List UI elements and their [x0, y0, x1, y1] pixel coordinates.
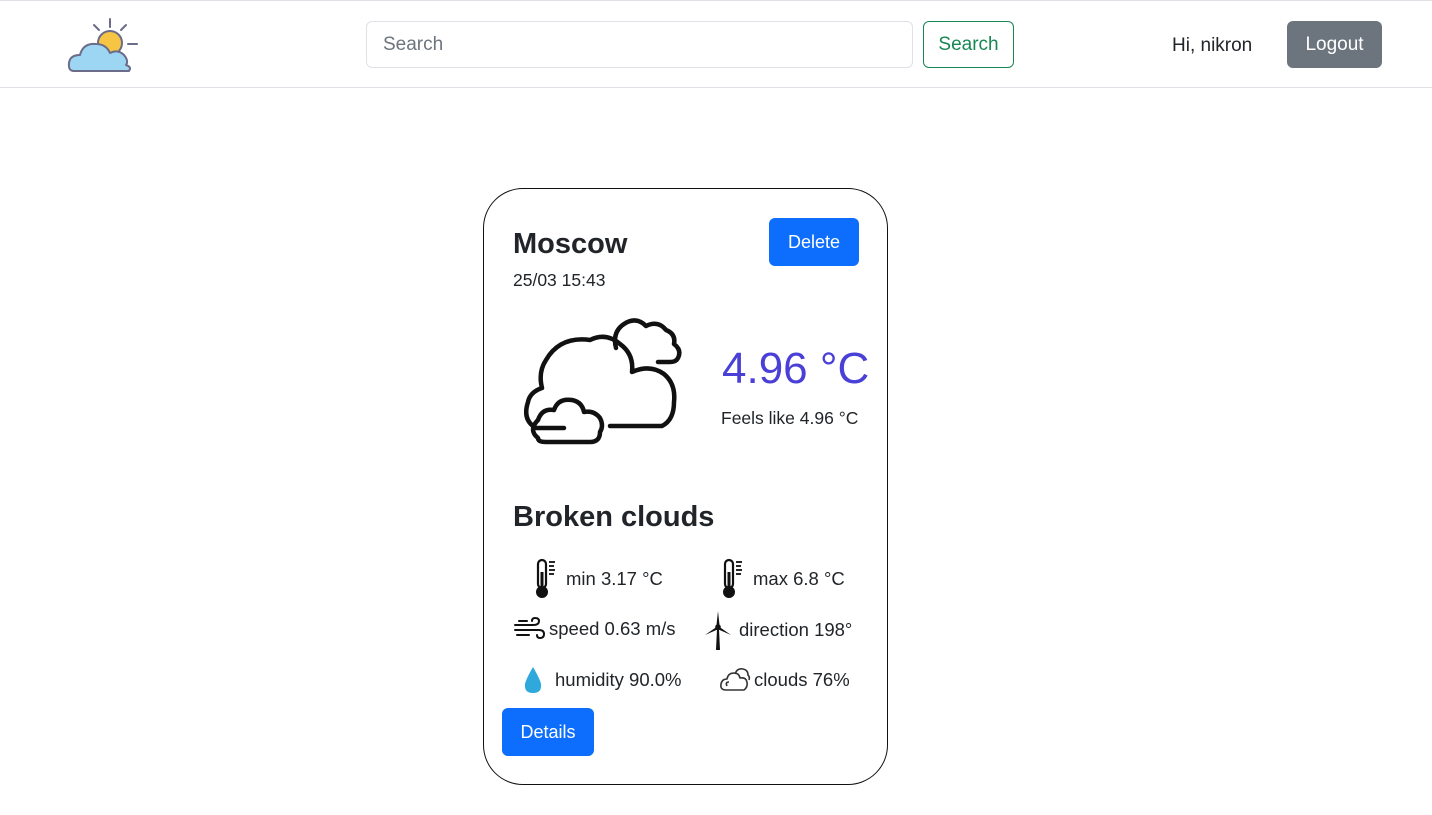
feels-like-text: Feels like 4.96 °C — [721, 408, 859, 428]
stat-humidity-text: humidity 90.0% — [555, 669, 682, 690]
search-button[interactable]: Search — [923, 21, 1014, 68]
thermometer-icon — [723, 558, 742, 598]
details-button[interactable]: Details — [502, 708, 594, 756]
navbar: Search Hi, nikron Logout — [0, 0, 1432, 88]
stat-max-temp: max 6.8 °C — [719, 558, 845, 600]
partly-cloudy-sun-icon[interactable] — [66, 17, 140, 75]
water-drop-icon — [524, 667, 542, 693]
weather-card: Moscow 25/03 15:43 Delete 4.96 °C Feels … — [483, 188, 888, 785]
stat-wind-speed: speed 0.63 m/s — [513, 617, 676, 641]
user-greeting: Hi, nikron — [1172, 35, 1253, 56]
forecast-date: 25/03 15:43 — [513, 270, 606, 290]
stat-max-text: max 6.8 °C — [753, 568, 845, 589]
stat-wind-direction-text: direction 198° — [739, 619, 853, 640]
delete-button[interactable]: Delete — [769, 218, 859, 266]
stat-wind-speed-text: speed 0.63 m/s — [549, 618, 676, 639]
stat-wind-direction: direction 198° — [703, 609, 852, 651]
stat-clouds: clouds 76% — [719, 667, 850, 693]
stat-min-temp: min 3.17 °C — [532, 558, 663, 600]
cloud-outline-icon — [720, 668, 751, 691]
logout-button[interactable]: Logout — [1287, 21, 1382, 68]
temperature-value: 4.96 °C — [722, 344, 870, 393]
wind-turbine-icon — [705, 611, 731, 650]
broken-clouds-icon — [524, 318, 682, 445]
city-name: Moscow — [513, 228, 628, 260]
thermometer-icon — [536, 558, 555, 598]
wind-icon — [514, 617, 545, 640]
weather-description: Broken clouds — [513, 501, 715, 533]
stat-humidity: humidity 90.0% — [522, 665, 681, 695]
stat-clouds-text: clouds 76% — [754, 669, 850, 690]
search-input[interactable] — [366, 21, 913, 68]
stat-min-text: min 3.17 °C — [566, 568, 663, 589]
